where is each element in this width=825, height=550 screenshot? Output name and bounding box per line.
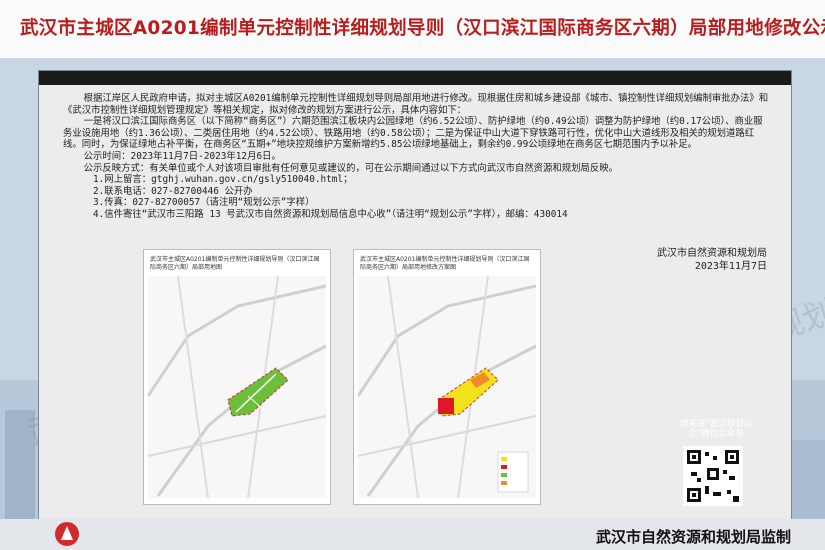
title-bar: 武汉市主城区A0201编制单元控制性详细规划导则（汉口滨江国际商务区六期）局部用… <box>0 0 825 58</box>
map-drawing <box>358 276 536 498</box>
map-title: 武汉市主城区A0201编制单元控制性详细规划导则（汉口滨江国际商务区六期）局部用… <box>360 256 530 271</box>
notice-board-header-strip <box>39 71 791 85</box>
wechat-qr-code[interactable] <box>683 446 743 506</box>
revised-land-use-map[interactable]: 武汉市主城区A0201编制单元控制性详细规划导则（汉口滨江国际商务区六期）局部用… <box>353 249 541 505</box>
wechat-caption: 请关注“武汉规划公示”微信公众号 <box>679 419 753 439</box>
current-land-use-map[interactable]: 武汉市主城区A0201编制单元控制性详细规划导则（汉口滨江国际商务区六期）局部用… <box>143 249 331 505</box>
footer-supervisor: 武汉市自然资源和规划局监制 <box>595 528 791 546</box>
signature-block: 武汉市自然资源和规划局 2023年11月7日 <box>657 247 767 273</box>
map-title: 武汉市主城区A0201编制单元控制性详细规划导则（汉口滨江国际商务区六期）局部用… <box>150 256 320 271</box>
footer-bar: 武汉市自然资源和规划局监制 <box>0 519 825 550</box>
notice-paragraph: 一是将汉口滨江国际商务区（以下简称“商务区”）六期范围滨江板块内公园绿地（约6.… <box>63 116 763 151</box>
notice-paragraph: 公示时间：2023年11月7日-2023年12月6日。 <box>83 150 281 162</box>
contact-fax: 3.传真：027-82700057（请注明“规划公示”字样） <box>93 197 315 209</box>
signature-org: 武汉市自然资源和规划局 <box>657 248 767 259</box>
signature-date: 2023年11月7日 <box>694 261 767 272</box>
contact-web[interactable]: 1.网上留言：gtghj.wuhan.gov.cn/gsly510040.htm… <box>63 174 771 186</box>
contact-phone: 2.联系电话：027-82700446 公开办 <box>93 185 253 197</box>
bureau-logo-icon <box>55 522 79 546</box>
notice-body: 根据江岸区人民政府申请，拟对主城区A0201编制单元控制性详细规划导则局部用地进… <box>63 93 771 221</box>
map-drawing <box>148 276 326 498</box>
notice-paragraph: 根据江岸区人民政府申请，拟对主城区A0201编制单元控制性详细规划导则局部用地进… <box>63 93 769 116</box>
notice-paragraph: 公示反映方式：有关单位或个人对该项目审批有任何意见或建议的，可在公示期间通过以下… <box>83 162 619 174</box>
contact-mail: 4.信件寄往“武汉市三阳路 13 号武汉市自然资源和规划局信息中心收”（请注明“… <box>93 208 568 220</box>
notice-board: 根据江岸区人民政府申请，拟对主城区A0201编制单元控制性详细规划导则局部用地进… <box>38 70 792 522</box>
page-title: 武汉市主城区A0201编制单元控制性详细规划导则（汉口滨江国际商务区六期）局部用… <box>20 18 825 39</box>
